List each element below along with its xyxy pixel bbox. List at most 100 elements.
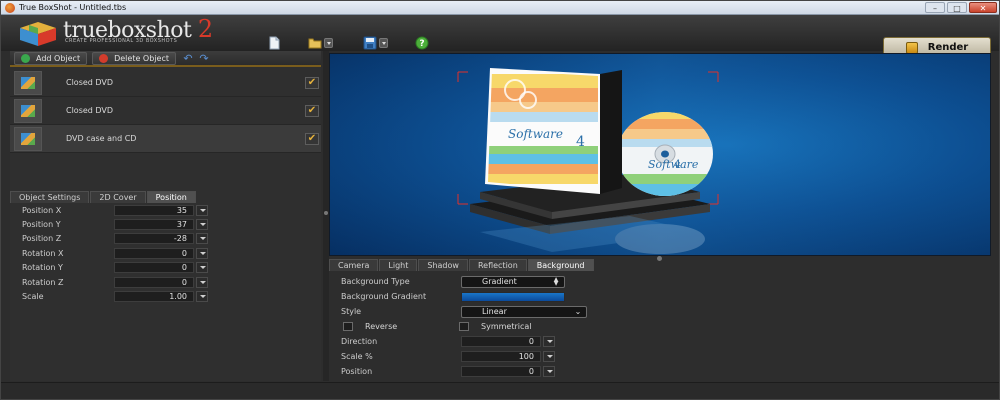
help-icon: ?: [415, 36, 429, 50]
maximize-button[interactable]: □: [947, 2, 967, 13]
scale-field[interactable]: 1.00: [114, 291, 194, 303]
open-folder-icon: [308, 38, 322, 49]
svg-text:4: 4: [576, 134, 585, 150]
property-row: Rotation X 0: [10, 246, 321, 260]
app-header: trueboxshot 2 CREATE PROFESSIONAL 3D BOX…: [1, 15, 999, 58]
background-properties: Background Type Gradient ▲ ▼ Background G…: [331, 274, 731, 379]
property-label: Position: [341, 367, 373, 376]
chevron-down-icon[interactable]: [196, 262, 208, 274]
select-value: Gradient: [482, 276, 517, 286]
svg-text:4: 4: [674, 158, 681, 171]
status-bar: [1, 382, 999, 399]
property-row: Scale % 100: [331, 349, 731, 364]
save-dropdown-arrow[interactable]: [379, 38, 388, 48]
tab-object-settings[interactable]: Object Settings: [10, 191, 90, 203]
undo-icon[interactable]: ↶: [181, 53, 195, 64]
delete-object-label: Delete Object: [114, 53, 169, 63]
select-value: Linear: [482, 306, 507, 316]
minimize-button[interactable]: –: [925, 2, 945, 13]
style-select[interactable]: Linear ⌄: [461, 305, 587, 318]
visibility-checkbox[interactable]: ✔: [305, 77, 319, 89]
chevron-down-icon[interactable]: [543, 351, 555, 362]
cube-icon: [21, 132, 35, 145]
direction-field[interactable]: 0: [461, 336, 541, 347]
new-document-button[interactable]: [267, 35, 281, 51]
add-object-button[interactable]: Add Object: [14, 51, 88, 65]
tab-camera[interactable]: Camera: [329, 259, 379, 271]
chevron-down-icon: ⌄: [574, 306, 582, 316]
chevron-down-icon[interactable]: [196, 204, 208, 216]
property-label: Direction: [341, 337, 378, 346]
object-toolbar: Add Object Delete Object ↶ ↷: [10, 51, 321, 67]
list-item-selected[interactable]: DVD case and CD ✔: [10, 125, 321, 153]
property-label: Style: [341, 307, 362, 316]
redo-icon[interactable]: ↷: [197, 53, 211, 64]
app-icon: [5, 2, 15, 13]
help-button[interactable]: ?: [415, 35, 429, 51]
splitter-grip[interactable]: [324, 211, 328, 215]
symmetrical-checkbox[interactable]: [459, 322, 469, 331]
tab-reflection[interactable]: Reflection: [468, 259, 527, 271]
window-controls: – □ ✕: [925, 2, 997, 13]
background-type-select[interactable]: Gradient ▲ ▼: [461, 275, 565, 288]
position-z-field[interactable]: -28: [114, 233, 194, 245]
tab-position[interactable]: Position: [146, 191, 196, 203]
scale-percent-field[interactable]: 100: [461, 351, 541, 362]
object-label: DVD case and CD: [66, 134, 137, 143]
tab-light[interactable]: Light: [379, 259, 418, 271]
object-thumbnail: [14, 98, 42, 123]
rotation-z-field[interactable]: 0: [114, 276, 194, 288]
list-item[interactable]: Closed DVD ✔: [10, 69, 321, 97]
list-item[interactable]: Closed DVD ✔: [10, 97, 321, 125]
chevron-down-icon[interactable]: [196, 276, 208, 288]
cube-icon: [21, 76, 35, 89]
chevron-down-icon[interactable]: [196, 291, 208, 303]
tab-shadow[interactable]: Shadow: [418, 259, 468, 271]
title-bar: True BoxShot - Untitled.tbs – □ ✕: [1, 1, 999, 15]
save-button[interactable]: [363, 35, 388, 51]
object-thumbnail: [14, 126, 42, 151]
window-title: True BoxShot - Untitled.tbs: [19, 3, 127, 12]
close-button[interactable]: ✕: [969, 2, 997, 13]
open-dropdown-arrow[interactable]: [324, 38, 333, 48]
3d-viewport[interactable]: Software 4 Software 4: [329, 53, 991, 256]
position-properties: Position X 35 Position Y 37 Position Z -…: [10, 203, 321, 304]
cube-icon: [21, 104, 35, 117]
tab-background[interactable]: Background: [527, 259, 594, 271]
logo-tagline: CREATE PROFESSIONAL 3D BOXSHOTS: [65, 38, 178, 44]
open-button[interactable]: [308, 35, 333, 51]
gradient-swatch[interactable]: [461, 291, 565, 302]
property-row: Position Z -28: [10, 232, 321, 246]
cube-logo-icon: [20, 22, 56, 46]
app-window: True BoxShot - Untitled.tbs – □ ✕ truebo…: [0, 0, 1000, 400]
chevron-down-icon[interactable]: [196, 219, 208, 231]
delete-object-button[interactable]: Delete Object: [92, 51, 176, 65]
visibility-checkbox[interactable]: ✔: [305, 105, 319, 117]
reverse-label: Reverse: [365, 322, 398, 331]
property-label: Scale %: [341, 352, 373, 361]
viewport-resize-grip[interactable]: [657, 256, 662, 261]
chevron-down-icon[interactable]: [543, 366, 555, 377]
add-object-label: Add Object: [36, 53, 81, 63]
left-panel: Add Object Delete Object ↶ ↷ Closed DVD …: [10, 51, 321, 381]
property-row: Rotation Y 0: [10, 261, 321, 275]
delete-icon: [99, 53, 109, 63]
property-row: Position Y 37: [10, 217, 321, 231]
tab-2d-cover[interactable]: 2D Cover: [90, 191, 146, 203]
chevron-down-icon[interactable]: [196, 247, 208, 259]
reverse-checkbox[interactable]: [343, 322, 353, 331]
gradient-position-field[interactable]: 0: [461, 366, 541, 377]
chevron-down-icon[interactable]: [196, 233, 208, 245]
property-row: Position X 35: [10, 203, 321, 217]
visibility-checkbox[interactable]: ✔: [305, 133, 319, 145]
rotation-y-field[interactable]: 0: [114, 262, 194, 274]
position-x-field[interactable]: 35: [114, 204, 194, 216]
property-label: Position X: [22, 205, 62, 215]
property-row: Style Linear ⌄: [331, 304, 731, 319]
position-y-field[interactable]: 37: [114, 219, 194, 231]
object-tabs: Object Settings 2D Cover Position: [10, 191, 197, 203]
chevron-down-icon[interactable]: [543, 336, 555, 347]
property-row: Background Gradient: [331, 289, 731, 304]
rotation-x-field[interactable]: 0: [114, 247, 194, 259]
scene-tabs: Camera Light Shadow Reflection Backgroun…: [329, 259, 595, 271]
